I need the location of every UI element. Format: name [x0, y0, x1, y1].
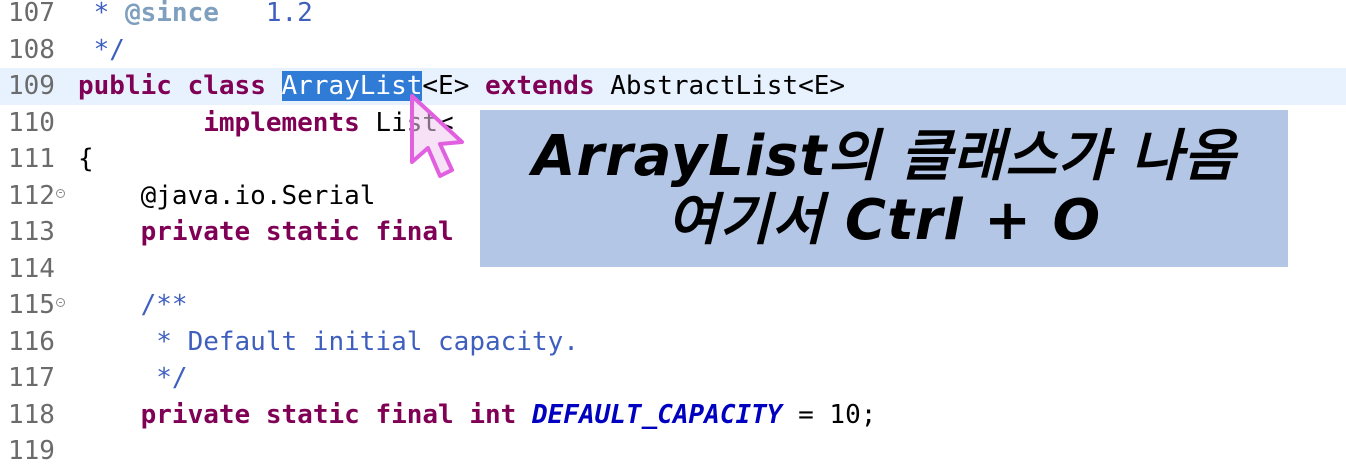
code-text[interactable]: {: [78, 141, 94, 178]
code-line[interactable]: 107 * @since 1.2: [0, 0, 1346, 32]
code-token: static: [265, 399, 360, 430]
code-line[interactable]: 108 */: [0, 32, 1346, 69]
code-token: {: [78, 144, 94, 174]
code-line[interactable]: 115 /**: [0, 287, 1346, 324]
code-text[interactable]: * @since 1.2: [78, 0, 313, 32]
code-line[interactable]: 109 public class ArrayList<E> extends Abs…: [0, 68, 1346, 105]
line-number: 117: [8, 363, 55, 393]
code-token: static: [265, 217, 360, 247]
code-line[interactable]: 118 private static final int DEFAULT_CAP…: [0, 397, 1346, 434]
code-token: */: [78, 363, 188, 393]
line-number: 118: [8, 399, 55, 430]
line-number: 113: [8, 217, 55, 247]
code-token: extends: [485, 71, 595, 101]
code-token: = 10;: [782, 399, 877, 430]
code-token: int: [469, 399, 517, 430]
code-token: final: [375, 217, 454, 247]
code-text[interactable]: */: [78, 32, 125, 69]
code-token: /**: [78, 290, 188, 320]
code-token: class: [187, 71, 266, 101]
line-number: 114: [8, 253, 55, 284]
line-number: 108: [8, 34, 55, 65]
code-token: 1.2: [218, 0, 313, 28]
line-number: 119: [8, 436, 55, 466]
fold-toggle-icon[interactable]: [56, 298, 65, 307]
mouse-pointer-icon: [410, 94, 464, 178]
selected-token: ArrayList: [281, 71, 423, 101]
code-line[interactable]: 116 * Default initial capacity.: [0, 324, 1346, 361]
code-token: @java.io.Serial: [78, 180, 376, 211]
annotation-line-2: 여기서 Ctrl + O: [666, 187, 1102, 253]
code-text[interactable]: */: [78, 360, 188, 397]
code-line[interactable]: 117 */: [0, 360, 1346, 397]
annotation-callout: ArrayList의 클래스가 나옴 여기서 Ctrl + O: [480, 110, 1288, 267]
line-number: 109: [8, 71, 55, 101]
annotation-line-1: ArrayList의 클래스가 나옴: [532, 123, 1236, 189]
line-number: 116: [8, 326, 55, 357]
code-text[interactable]: /**: [78, 287, 188, 324]
code-token: final: [375, 399, 454, 430]
fold-toggle-icon[interactable]: [56, 188, 65, 198]
code-token: */: [78, 34, 125, 65]
code-token: * Default initial capacity.: [78, 326, 579, 357]
code-token: @since: [124, 0, 219, 28]
code-text[interactable]: * Default initial capacity.: [78, 324, 579, 361]
code-token: private: [140, 399, 251, 430]
code-text[interactable]: private static final: [78, 214, 454, 251]
code-token: private: [140, 217, 251, 247]
code-token: implements: [203, 107, 360, 138]
code-text[interactable]: private static final int DEFAULT_CAPACIT…: [78, 397, 877, 434]
code-token: AbstractList<E>: [594, 71, 846, 101]
line-number: 110: [8, 107, 55, 138]
line-number: 111: [8, 144, 55, 174]
code-token: *: [78, 0, 125, 28]
code-line[interactable]: 119: [0, 433, 1346, 470]
line-number: 107: [8, 0, 55, 28]
code-token: public: [78, 71, 172, 101]
code-text[interactable]: @java.io.Serial: [78, 178, 376, 215]
code-token: DEFAULT_CAPACITY: [532, 399, 783, 430]
